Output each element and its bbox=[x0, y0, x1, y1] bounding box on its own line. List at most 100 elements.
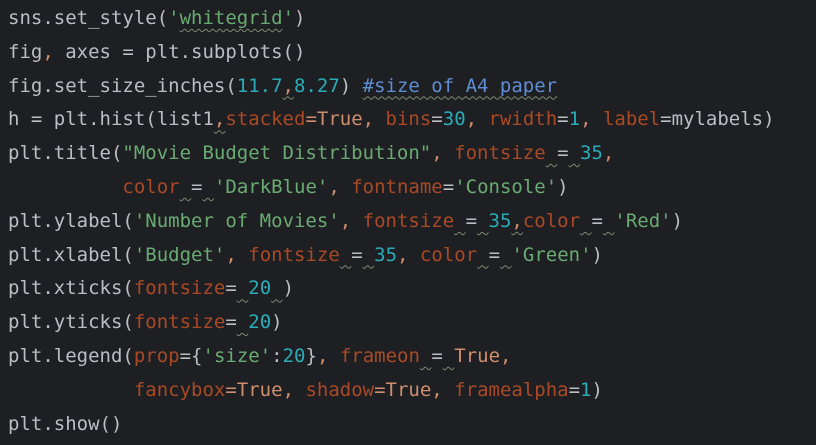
code-token: label bbox=[602, 108, 661, 131]
code-token: True bbox=[454, 344, 501, 367]
code-token: 'Console' bbox=[454, 175, 558, 198]
code-token: 30 bbox=[442, 108, 466, 131]
code-line[interactable]: plt.yticks(fontsize= 20) bbox=[0, 306, 816, 340]
code-token: plt.yticks( bbox=[8, 311, 134, 334]
code-line[interactable]: fig.set_size_inches(11.7,8.27) #size of … bbox=[0, 70, 816, 104]
code-token: 20 bbox=[248, 277, 272, 300]
code-token: = bbox=[225, 311, 237, 334]
code-token: 'Number of Movies' bbox=[133, 209, 340, 232]
code-token: fig bbox=[8, 40, 43, 63]
code-line[interactable]: h = plt.hist(list1,stacked=True, bins=30… bbox=[0, 103, 816, 137]
code-token: , bbox=[362, 108, 386, 131]
code-line[interactable]: plt.legend(prop={'size':20}, frameon = T… bbox=[0, 340, 816, 374]
code-token: 1 bbox=[568, 108, 581, 131]
code-token: ' bbox=[168, 7, 180, 29]
code-token: axes = plt.subplots() bbox=[53, 40, 306, 63]
code-line[interactable]: plt.xticks(fontsize= 20 ) bbox=[0, 272, 816, 306]
code-token: = bbox=[488, 243, 501, 266]
code-token: , bbox=[225, 243, 249, 266]
code-token: whitegrid bbox=[179, 7, 283, 29]
code-token: 'Budget' bbox=[133, 243, 226, 266]
code-token: 11.7 bbox=[236, 74, 283, 97]
code-token: ) bbox=[591, 378, 603, 401]
code-token: 20 bbox=[248, 311, 272, 334]
code-token: sns.set_style( bbox=[8, 7, 169, 29]
code-line[interactable]: color = 'DarkBlue', fontname='Console') bbox=[0, 171, 816, 205]
code-token: , bbox=[397, 243, 420, 266]
code-token: , bbox=[42, 40, 54, 63]
code-token: 20 bbox=[282, 344, 306, 367]
code-token: = bbox=[351, 243, 363, 266]
code-token: , bbox=[328, 175, 352, 198]
code-line[interactable]: plt.xlabel('Budget', fontsize = 35, colo… bbox=[0, 239, 816, 273]
code-line[interactable]: fancybox=True, shadow=True, framealpha=1… bbox=[0, 374, 816, 408]
code-token: =True bbox=[305, 108, 363, 131]
code-token: ) bbox=[591, 243, 603, 266]
code-token: plt.xlabel( bbox=[8, 243, 134, 266]
code-token: , bbox=[431, 378, 455, 401]
code-token: 35 bbox=[580, 142, 603, 165]
code-token: plt.ylabel( bbox=[8, 209, 134, 232]
code-line[interactable]: plt.show() bbox=[0, 408, 816, 442]
code-token: =True bbox=[374, 378, 432, 401]
code-token: color bbox=[419, 243, 478, 266]
code-token: , bbox=[602, 142, 615, 165]
code-token: ) bbox=[282, 277, 295, 300]
code-token: fontsize bbox=[133, 311, 226, 334]
code-token: 35 bbox=[488, 209, 512, 232]
code-line[interactable]: fig, axes = plt.subplots() bbox=[0, 36, 816, 70]
code-token: =True bbox=[225, 378, 283, 401]
code-token: plt.legend( bbox=[8, 344, 134, 367]
code-token: fancybox bbox=[133, 378, 226, 401]
code-token: 'Green' bbox=[511, 243, 592, 266]
code-token: , bbox=[316, 344, 340, 367]
code-token: , bbox=[282, 378, 306, 401]
code-token: fig.set_size_inches( bbox=[8, 74, 237, 97]
code-token: , bbox=[431, 142, 455, 165]
code-token: , bbox=[500, 344, 512, 367]
code-editor[interactable]: sns.set_style('whitegrid') fig, axes = pl… bbox=[0, 0, 816, 445]
code-token: h = plt.hist(list1 bbox=[8, 108, 214, 131]
code-token: #size of A4 paper bbox=[362, 74, 558, 97]
code-line[interactable]: sns.set_style('whitegrid') bbox=[0, 2, 816, 36]
code-token: stacked bbox=[225, 108, 306, 131]
code-token: , bbox=[465, 108, 489, 131]
code-line[interactable]: plt.title("Movie Budget Distribution", f… bbox=[0, 137, 816, 171]
code-token: fontsize bbox=[362, 209, 455, 232]
code-token: 1 bbox=[580, 378, 592, 401]
code-token: "Movie Budget Distribution" bbox=[122, 142, 432, 165]
code-token: 'Red' bbox=[614, 209, 672, 232]
code-token: plt.title( bbox=[8, 142, 123, 165]
code-token: = bbox=[431, 108, 443, 131]
code-token: color bbox=[122, 175, 180, 198]
code-token: 35 bbox=[374, 243, 398, 266]
code-token: prop bbox=[133, 344, 180, 367]
code-line[interactable]: plt.ylabel('Number of Movies', fontsize … bbox=[0, 205, 816, 239]
code-token: 8.27 bbox=[294, 74, 340, 97]
code-token: fontsize bbox=[248, 243, 340, 266]
code-token: = bbox=[465, 209, 478, 232]
code-token: frameon bbox=[339, 344, 420, 367]
code-token: rwidth bbox=[488, 108, 558, 131]
code-token: fontname bbox=[351, 175, 443, 198]
code-token: , bbox=[339, 209, 363, 232]
code-token: : bbox=[271, 344, 283, 367]
code-token: ' bbox=[282, 7, 295, 29]
code-token: fontsize bbox=[454, 142, 546, 165]
